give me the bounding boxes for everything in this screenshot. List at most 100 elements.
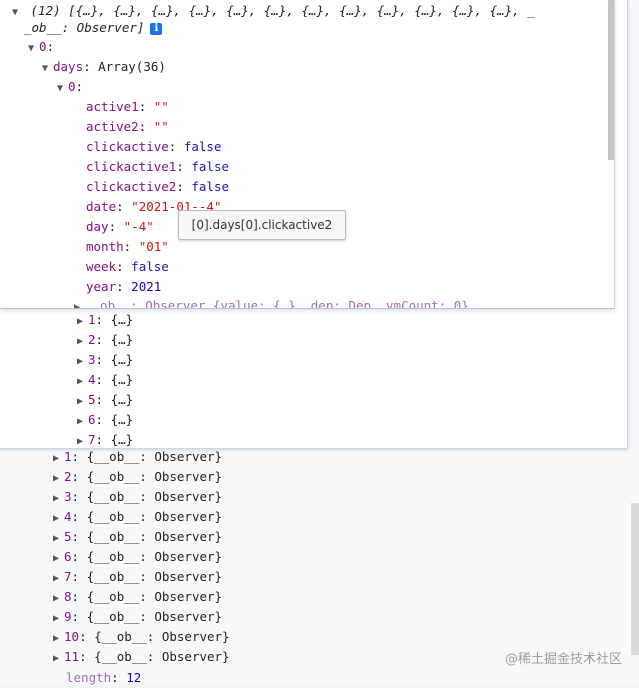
- outer-item-key: 1: [64, 449, 72, 464]
- property-row: month: "01": [86, 239, 169, 254]
- outer-item-value: {__ob__: Observer}: [86, 529, 223, 544]
- expand-arrow-icon[interactable]: ▼: [12, 3, 23, 23]
- table-row[interactable]: ▶ 4: {__ob__: Observer}: [53, 507, 222, 527]
- property-key: clickactive1: [86, 159, 177, 174]
- collapse-arrow-icon[interactable]: ▶: [53, 509, 64, 529]
- list-item[interactable]: ▶ 6: {…}: [77, 410, 133, 430]
- popup-scrollbar[interactable]: [608, 0, 614, 160]
- info-icon[interactable]: i: [150, 23, 163, 35]
- days-row[interactable]: ▼ days: Array(36): [42, 57, 166, 77]
- days-value: Array(36): [98, 59, 166, 74]
- list-item-key: 2: [88, 332, 96, 347]
- collapse-arrow-icon[interactable]: ▶: [53, 469, 64, 489]
- array-count: (12): [30, 3, 61, 18]
- collapse-arrow-icon[interactable]: ▶: [53, 649, 64, 669]
- outer-item-value: {__ob__: Observer}: [86, 609, 223, 624]
- collapse-arrow-icon[interactable]: ▶: [77, 372, 88, 392]
- collapse-arrow-icon[interactable]: ▶: [77, 332, 88, 352]
- expand-arrow-icon[interactable]: ▼: [57, 79, 68, 99]
- collapse-arrow-icon[interactable]: ▶: [53, 529, 64, 549]
- ob-row[interactable]: ▶ __ob__: Observer {value: {…}, dep: Dep,…: [74, 296, 469, 309]
- property-value: "": [153, 119, 169, 134]
- list-item[interactable]: ▶ 3: {…}: [77, 350, 133, 370]
- property-key: clickactive: [86, 139, 169, 154]
- collapse-arrow-icon[interactable]: ▶: [77, 412, 88, 432]
- collapse-arrow-icon[interactable]: ▶: [53, 609, 64, 629]
- table-row[interactable]: ▶ 1: {__ob__: Observer}: [53, 447, 222, 467]
- property-key: year: [86, 279, 117, 294]
- table-row[interactable]: ▶ 10: {__ob__: Observer}: [53, 627, 230, 647]
- list-item[interactable]: ▶ 1: {…}: [77, 310, 133, 330]
- table-row[interactable]: ▶ 6: {__ob__: Observer}: [53, 547, 222, 567]
- collapse-arrow-icon[interactable]: ▶: [53, 589, 64, 609]
- ob-line: __ob__: Observer {value: {…}, dep: Dep, …: [85, 298, 469, 309]
- property-value: "": [153, 99, 169, 114]
- outer-item-value: {__ob__: Observer}: [86, 489, 223, 504]
- collapse-arrow-icon[interactable]: ▶: [77, 312, 88, 332]
- outer-item-value: {__ob__: Observer}: [86, 509, 223, 524]
- outer-item-key: 4: [64, 509, 72, 524]
- array-summary-row-2: _ob__: Observer] i: [24, 18, 163, 38]
- list-item-value: {…}: [110, 312, 134, 327]
- property-value: "-4": [123, 219, 154, 234]
- list-item-key: 6: [88, 412, 96, 427]
- list-item-value: {…}: [110, 432, 134, 447]
- collapse-arrow-icon[interactable]: ▶: [74, 298, 85, 308]
- collapse-arrow-icon[interactable]: ▶: [53, 629, 64, 649]
- table-row[interactable]: ▶ 8: {__ob__: Observer}: [53, 587, 222, 607]
- collapse-arrow-icon[interactable]: ▶: [53, 569, 64, 589]
- property-key: day: [86, 219, 109, 234]
- expand-arrow-icon[interactable]: ▼: [42, 59, 53, 79]
- outer-item-value: {__ob__: Observer}: [86, 589, 223, 604]
- day-0-key: 0: [68, 79, 76, 94]
- collapse-arrow-icon[interactable]: ▶: [53, 449, 64, 469]
- expand-arrow-icon[interactable]: ▼: [28, 39, 39, 59]
- list-item-value: {…}: [110, 352, 134, 367]
- property-value: false: [183, 139, 222, 154]
- outer-item-key: 8: [64, 589, 72, 604]
- outer-item-key: 2: [64, 469, 72, 484]
- property-row: week: false: [86, 259, 169, 274]
- property-key: active2: [86, 119, 139, 134]
- outer-item-key: 3: [64, 489, 72, 504]
- list-item[interactable]: ▶ 4: {…}: [77, 370, 133, 390]
- list-item-key: 5: [88, 392, 96, 407]
- property-key: month: [86, 239, 124, 254]
- property-value: false: [191, 179, 230, 194]
- outer-item-key: 10: [64, 629, 80, 644]
- list-item[interactable]: ▶ 7: {…}: [77, 430, 134, 448]
- table-row[interactable]: ▶ 5: {__ob__: Observer}: [53, 527, 222, 547]
- table-row[interactable]: ▶ 9: {__ob__: Observer}: [53, 607, 222, 627]
- list-item-key: 3: [88, 352, 96, 367]
- property-value: "01": [138, 239, 169, 254]
- console-scrollbar[interactable]: [631, 503, 639, 655]
- collapse-arrow-icon[interactable]: ▶: [77, 352, 88, 372]
- array-preview-cont: _ob__: Observer]: [24, 20, 145, 35]
- list-item-key: 4: [88, 372, 96, 387]
- collapse-arrow-icon[interactable]: ▶: [53, 549, 64, 569]
- outer-item-key: 7: [64, 569, 72, 584]
- table-row[interactable]: ▶ 7: {__ob__: Observer}: [53, 567, 222, 587]
- property-row: clickactive1: false: [86, 159, 230, 174]
- property-path-tooltip: [0].days[0].clickactive2: [178, 210, 346, 240]
- array-preview: [{…}, {…}, {…}, {…}, {…}, {…}, {…}, {…},…: [68, 3, 535, 18]
- list-item[interactable]: ▶ 2: {…}: [77, 330, 133, 350]
- property-row: active1: "": [86, 99, 169, 114]
- collapse-arrow-icon[interactable]: ▶: [77, 392, 88, 412]
- collapse-arrow-icon[interactable]: ▶: [77, 432, 88, 448]
- property-key: active1: [86, 99, 139, 114]
- list-item-key: 1: [88, 312, 96, 327]
- list-item-key: 7: [88, 432, 96, 447]
- property-value: 2021: [131, 279, 162, 294]
- table-row[interactable]: ▶ 2: {__ob__: Observer}: [53, 467, 222, 487]
- day-0-row[interactable]: ▼ 0:: [57, 77, 83, 97]
- collapse-arrow-icon[interactable]: ▶: [53, 489, 64, 509]
- outer-item-value: {__ob__: Observer}: [86, 569, 223, 584]
- item-0-row[interactable]: ▼ 0:: [28, 37, 54, 57]
- object-preview-inner-popup: ▼ (12) [{…}, {…}, {…}, {…}, {…}, {…}, {……: [0, 0, 615, 309]
- devtools-console: ▶ 1: {__ob__: Observer} ▶ 2: {__ob__: Obser…: [0, 0, 639, 685]
- table-row[interactable]: ▶ 11: {__ob__: Observer}: [53, 647, 230, 667]
- list-item[interactable]: ▶ 5: {…}: [77, 390, 133, 410]
- outer-item-value: {__ob__: Observer}: [86, 449, 223, 464]
- table-row[interactable]: ▶ 3: {__ob__: Observer}: [53, 487, 222, 507]
